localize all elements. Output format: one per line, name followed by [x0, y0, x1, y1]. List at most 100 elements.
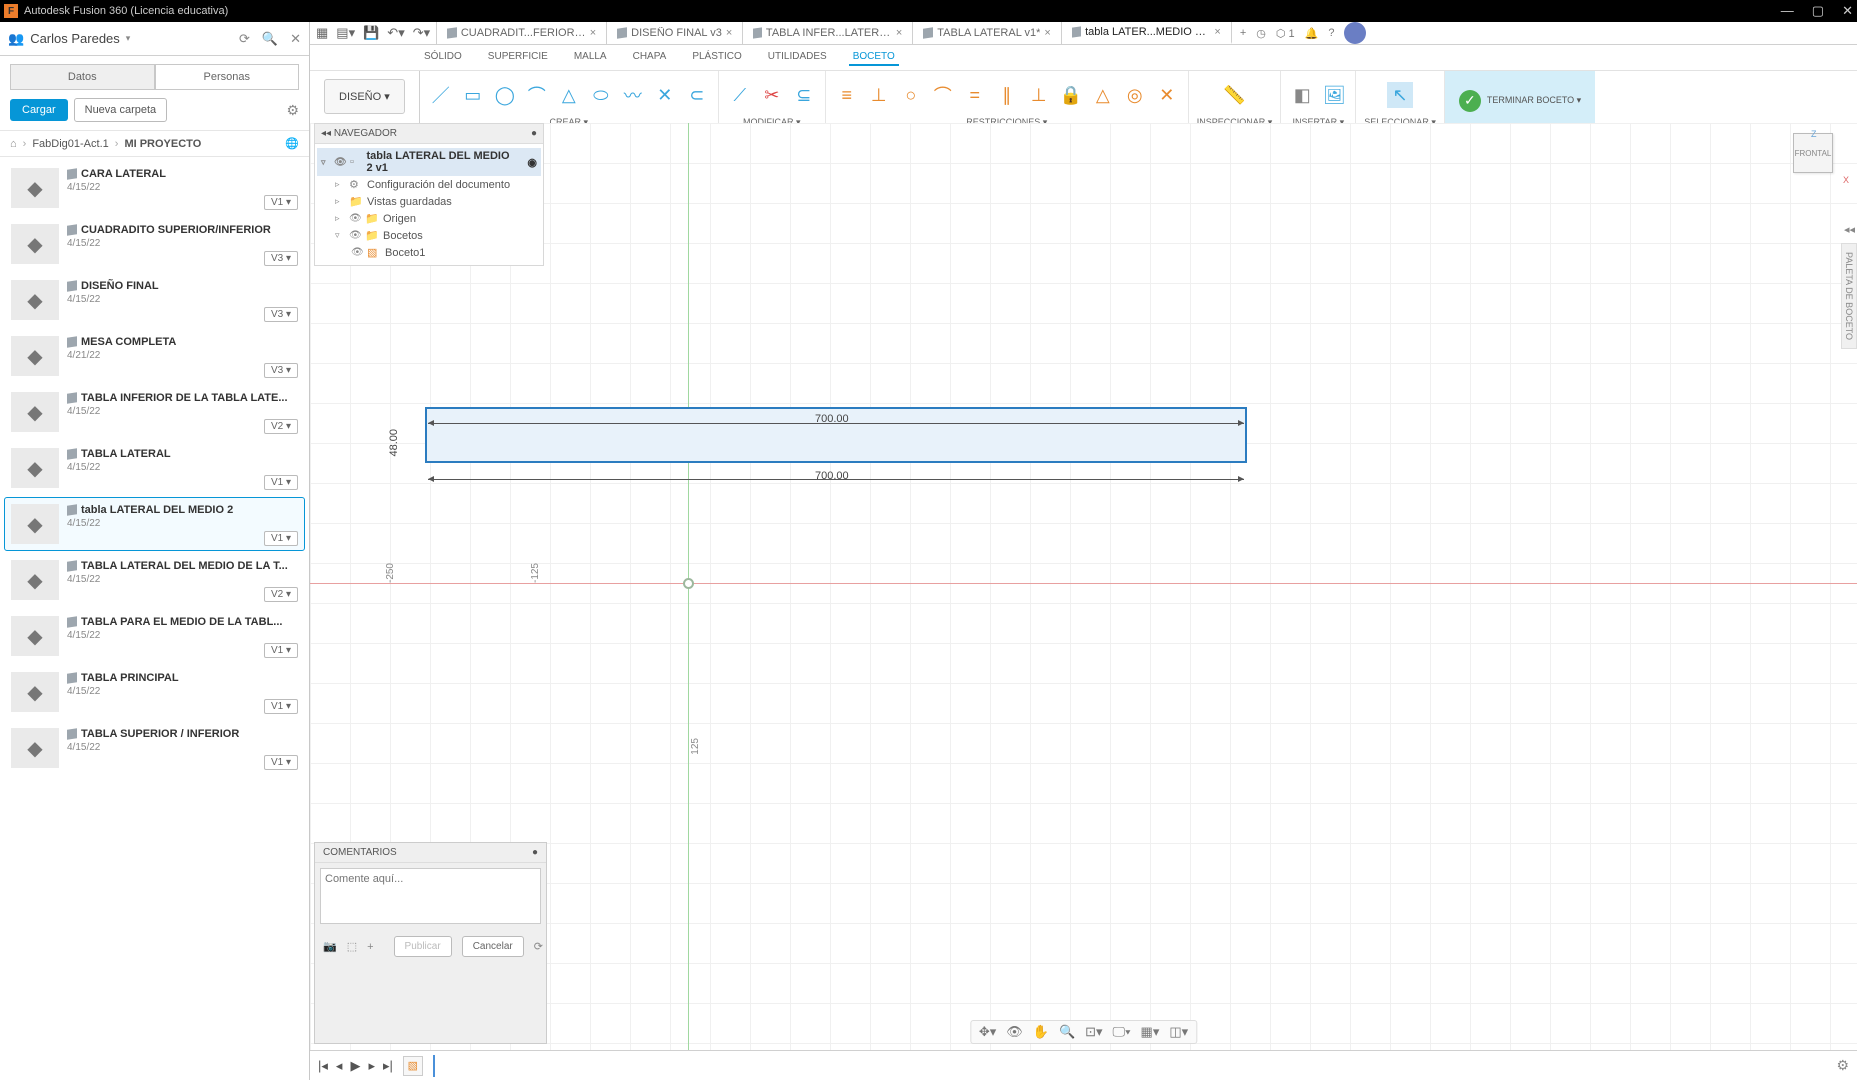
- ribbon-tab[interactable]: SÓLIDO: [420, 49, 466, 66]
- browser-root[interactable]: tabla LATERAL DEL MEDIO 2 v1: [366, 150, 516, 174]
- close-panel-icon[interactable]: ✕: [290, 31, 301, 47]
- search-icon[interactable]: 🔍: [262, 31, 278, 47]
- version-dropdown[interactable]: V3 ▾: [264, 363, 298, 378]
- extend-tool-icon[interactable]: ⊆: [791, 82, 817, 108]
- file-menu-icon[interactable]: ▤▾: [336, 25, 355, 41]
- save-icon[interactable]: 💾: [363, 25, 379, 41]
- finish-sketch-button[interactable]: ✓ TERMINAR BOCETO ▾: [1445, 71, 1595, 130]
- browser-toggle-icon[interactable]: ●: [531, 128, 537, 139]
- asset-item[interactable]: ◆ TABLA PRINCIPAL 4/15/22 V1 ▾: [4, 665, 305, 719]
- version-dropdown[interactable]: V1 ▾: [264, 475, 298, 490]
- dimension-value-top[interactable]: 700.00: [815, 413, 849, 425]
- close-tab-icon[interactable]: ×: [726, 27, 732, 39]
- browser-config[interactable]: Configuración del documento: [367, 179, 510, 191]
- timeline-play-icon[interactable]: ▶: [350, 1058, 360, 1074]
- document-tab[interactable]: tabla LATER...MEDIO 2 v1*×: [1062, 22, 1232, 44]
- measure-tool-icon[interactable]: 📏: [1222, 82, 1248, 108]
- orbit-icon[interactable]: ✥▾: [979, 1024, 996, 1040]
- close-tab-icon[interactable]: ×: [1044, 27, 1050, 39]
- ribbon-tab[interactable]: SUPERFICIE: [484, 49, 552, 66]
- fillet-tool-icon[interactable]: ⟋: [727, 82, 753, 108]
- radio-icon[interactable]: ◉: [527, 156, 537, 169]
- timeline-feature-sketch[interactable]: ▧: [403, 1056, 423, 1076]
- timeline-back-icon[interactable]: ◂: [336, 1058, 343, 1074]
- version-dropdown[interactable]: V1 ▾: [264, 195, 298, 210]
- new-tab-button[interactable]: +: [1240, 27, 1246, 39]
- asset-item[interactable]: ◆ TABLA PARA EL MEDIO DE LA TABL... 4/15…: [4, 609, 305, 663]
- refresh-icon[interactable]: ⟳: [239, 31, 250, 47]
- insert-derive-icon[interactable]: ◧: [1289, 82, 1315, 108]
- new-folder-button[interactable]: Nueva carpeta: [74, 98, 168, 122]
- version-dropdown[interactable]: V1 ▾: [264, 531, 298, 546]
- dimension-value-height[interactable]: 48.00: [388, 429, 400, 457]
- timeline-end-icon[interactable]: ▸|: [383, 1058, 393, 1074]
- zoom-icon[interactable]: 🔍: [1059, 1024, 1075, 1040]
- origin-point[interactable]: [683, 578, 694, 589]
- insert-image-icon[interactable]: 🖼: [1321, 82, 1347, 108]
- collapse-icon[interactable]: ◂◂: [321, 128, 331, 139]
- asset-item[interactable]: ◆ TABLA SUPERIOR / INFERIOR 4/15/22 V1 ▾: [4, 721, 305, 775]
- symmetry-constraint-icon[interactable]: ✕: [1154, 82, 1180, 108]
- vertical-constraint-icon[interactable]: ⊥: [866, 82, 892, 108]
- workspace-switcher[interactable]: DISEÑO ▾: [324, 79, 405, 114]
- undo-icon[interactable]: ↶▾: [387, 25, 404, 41]
- ribbon-tab[interactable]: BOCETO: [849, 49, 899, 66]
- viewcube-face[interactable]: FRONTAL: [1793, 133, 1833, 173]
- tab-datos[interactable]: Datos: [10, 64, 155, 90]
- jobs-icon[interactable]: 🔔: [1305, 27, 1319, 40]
- version-dropdown[interactable]: V1 ▾: [264, 643, 298, 658]
- close-tab-icon[interactable]: ×: [590, 27, 596, 39]
- pan-icon[interactable]: ✋: [1033, 1024, 1049, 1040]
- asset-item[interactable]: ◆ TABLA INFERIOR DE LA TABLA LATE... 4/1…: [4, 385, 305, 439]
- grid-display-icon[interactable]: ▦▾: [1141, 1024, 1160, 1040]
- browser-bocetos[interactable]: Bocetos: [383, 230, 423, 242]
- select-tool-icon[interactable]: ↖: [1387, 82, 1413, 108]
- redo-icon[interactable]: ↷▾: [413, 25, 430, 41]
- coincident-constraint-icon[interactable]: ○: [898, 82, 924, 108]
- avatar[interactable]: [1344, 22, 1366, 44]
- breadcrumb-project[interactable]: FabDig01-Act.1: [32, 138, 108, 150]
- document-tab[interactable]: TABLA LATERAL v1*×: [913, 22, 1062, 44]
- cube-icon[interactable]: ⬚: [347, 940, 357, 953]
- timeline-settings-icon[interactable]: ⚙: [1836, 1057, 1849, 1074]
- browser-vistas[interactable]: Vistas guardadas: [367, 196, 452, 208]
- grid-icon[interactable]: ▦: [316, 25, 328, 41]
- cancel-button[interactable]: Cancelar: [462, 936, 524, 957]
- plus-icon[interactable]: +: [367, 941, 373, 953]
- asset-item[interactable]: ◆ DISEÑO FINAL 4/15/22 V3 ▾: [4, 273, 305, 327]
- rectangle-tool-icon[interactable]: ▭: [460, 82, 486, 108]
- spline-tool-icon[interactable]: 〰: [620, 82, 646, 108]
- maximize-button[interactable]: ▢: [1812, 3, 1824, 19]
- close-tab-icon[interactable]: ×: [896, 27, 902, 39]
- breadcrumb-folder[interactable]: MI PROYECTO: [124, 138, 201, 150]
- equal-constraint-icon[interactable]: =: [962, 82, 988, 108]
- sketch-palette-tab[interactable]: PALETA DE BOCETO: [1841, 243, 1857, 349]
- help-icon[interactable]: ?: [1328, 27, 1334, 39]
- version-dropdown[interactable]: V2 ▾: [264, 419, 298, 434]
- comment-input[interactable]: [320, 868, 541, 924]
- perpendicular-constraint-icon[interactable]: ⊥: [1026, 82, 1052, 108]
- home-icon[interactable]: ⌂: [10, 138, 17, 150]
- asset-item[interactable]: ◆ CUADRADITO SUPERIOR/INFERIOR 4/15/22 V…: [4, 217, 305, 271]
- refresh-comments-icon[interactable]: ⟳: [534, 940, 543, 953]
- version-dropdown[interactable]: V3 ▾: [264, 251, 298, 266]
- timeline-forward-icon[interactable]: ▸: [368, 1058, 375, 1074]
- minimize-button[interactable]: —: [1781, 3, 1794, 19]
- trim-tool-icon[interactable]: ✂: [759, 82, 785, 108]
- point-tool-icon[interactable]: ✕: [652, 82, 678, 108]
- extensions-icon[interactable]: ⬡ 1: [1276, 27, 1295, 40]
- concentric-constraint-icon[interactable]: ◎: [1122, 82, 1148, 108]
- gear-icon[interactable]: ⚙: [286, 102, 299, 119]
- camera-icon[interactable]: 📷: [323, 940, 337, 953]
- palette-expand-icon[interactable]: ◂◂: [1844, 223, 1855, 236]
- asset-item[interactable]: ◆ MESA COMPLETA 4/21/22 V3 ▾: [4, 329, 305, 383]
- viewport-icon[interactable]: ◫▾: [1169, 1024, 1188, 1040]
- document-tab[interactable]: DISEÑO FINAL v3×: [607, 22, 743, 44]
- publish-button[interactable]: Publicar: [394, 936, 452, 957]
- version-dropdown[interactable]: V3 ▾: [264, 307, 298, 322]
- circle-tool-icon[interactable]: ◯: [492, 82, 518, 108]
- dimension-value-bottom[interactable]: 700.00: [815, 470, 849, 482]
- ribbon-tab[interactable]: CHAPA: [629, 49, 671, 66]
- ribbon-tab[interactable]: MALLA: [570, 49, 611, 66]
- asset-item[interactable]: ◆ tabla LATERAL DEL MEDIO 2 4/15/22 V1 ▾: [4, 497, 305, 551]
